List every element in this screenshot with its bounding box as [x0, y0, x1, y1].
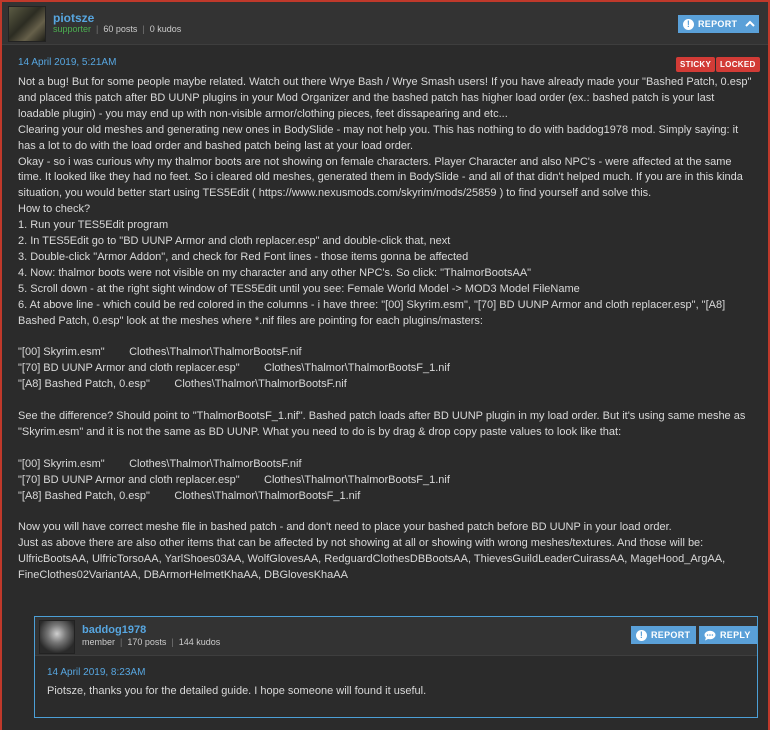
- post-line: 5. Scroll down - at the right sight wind…: [18, 282, 580, 295]
- post-line: [18, 393, 758, 409]
- post-line: and placed this patch after BD UUNP plug…: [18, 91, 715, 104]
- post-line: has a lot to do with the load order and …: [18, 139, 414, 152]
- post-line: Just as above there are also other items…: [18, 537, 704, 550]
- separator: |: [120, 637, 123, 647]
- username[interactable]: baddog1978: [82, 624, 146, 636]
- reply-post: baddog1978 member | 170 posts | 144 kudos ! …: [34, 616, 758, 718]
- post-line: 1. Run your TES5Edit program: [18, 219, 169, 232]
- exclamation-icon: !: [683, 18, 694, 30]
- post-line: "[00] Skyrim.esm" Clothes\Thalmor\Thalmo…: [18, 346, 302, 359]
- user-meta: member | 170 posts | 144 kudos: [82, 637, 220, 647]
- reply-button[interactable]: REPLY: [699, 626, 757, 644]
- post-line: Okay - so i was curious why my thalmor b…: [18, 155, 732, 168]
- post-line: loadable plugin) - you may end up with n…: [18, 107, 508, 120]
- post-line: 3. Double-click "Armor Addon", and check…: [18, 250, 469, 263]
- user-role: member: [82, 637, 116, 647]
- report-button[interactable]: ! REPORT: [631, 626, 697, 644]
- username[interactable]: piotsze: [53, 11, 94, 25]
- post-line: 2. In TES5Edit go to "BD UUNP Armor and …: [18, 235, 451, 248]
- exclamation-icon: !: [636, 629, 647, 641]
- collapse-button[interactable]: [741, 15, 759, 33]
- post-line: "[A8] Bashed Patch, 0.esp" Clothes\Thalm…: [18, 489, 361, 502]
- user-role: supporter: [53, 24, 92, 34]
- kudos-count: 0 kudos: [149, 24, 182, 34]
- post-line: Now you will have correct meshe file in …: [18, 521, 672, 534]
- user-meta: supporter | 60 posts | 0 kudos: [53, 24, 181, 34]
- post-line: 4. Now: thalmor boots were not visible o…: [18, 266, 532, 279]
- post-line: UlfricBootsAA, UlfricTorsoAA, YarlShoes0…: [18, 553, 726, 566]
- post-line: See the difference? Should point to "Tha…: [18, 410, 746, 423]
- post-line: [18, 330, 758, 346]
- report-button[interactable]: ! REPORT: [678, 15, 744, 33]
- post-line: Clearing your old meshes and generating …: [18, 123, 739, 136]
- kudos-count: 144 kudos: [178, 637, 221, 647]
- post-line: [18, 441, 758, 457]
- post-body: Not a bug! But for some people maybe rel…: [18, 75, 758, 584]
- reply-body: Piotsze, thanks you for the detailed gui…: [47, 685, 427, 697]
- post-line: "[00] Skyrim.esm" Clothes\Thalmor\Thalmo…: [18, 457, 302, 470]
- post-line: time. It looked like they had no feet. S…: [18, 171, 743, 184]
- reply-label: REPLY: [720, 630, 751, 640]
- reply-date: 14 April 2019, 8:23AM: [47, 667, 146, 678]
- speech-bubble-icon: [704, 630, 716, 640]
- post-line: "[70] BD UUNP Armor and cloth replacer.e…: [18, 473, 450, 486]
- post-line: [18, 504, 758, 520]
- post-line: Not a bug! But for some people maybe rel…: [18, 76, 752, 88]
- report-label: REPORT: [698, 19, 738, 29]
- post-line: 6. At above line - which could be red co…: [18, 298, 726, 311]
- chevron-up-icon: [745, 20, 755, 27]
- post-count: 170 posts: [127, 637, 167, 647]
- avatar[interactable]: [8, 6, 46, 42]
- separator: |: [171, 637, 174, 647]
- separator: |: [142, 24, 145, 34]
- reply-header: baddog1978 member | 170 posts | 144 kudos ! …: [35, 617, 757, 656]
- post-line: "Skyrim.esm" and it is not the same as B…: [18, 425, 622, 438]
- post-header: piotsze supporter | 60 posts | 0 kudos ! REP…: [2, 2, 768, 45]
- post-date: 14 April 2019, 5:21AM: [18, 57, 117, 68]
- post-line: How to check?: [18, 203, 91, 216]
- post-count: 60 posts: [103, 24, 138, 34]
- post-line: situation, you would better start using …: [18, 187, 652, 200]
- post-line: Bashed Patch, 0.esp" look at the meshes …: [18, 314, 483, 327]
- locked-badge: LOCKED: [716, 57, 760, 72]
- post-line: "[A8] Bashed Patch, 0.esp" Clothes\Thalm…: [18, 378, 347, 391]
- separator: |: [96, 24, 99, 34]
- forum-post: piotsze supporter | 60 posts | 0 kudos ! REP…: [0, 0, 770, 730]
- report-label: REPORT: [651, 630, 691, 640]
- post-line: "[70] BD UUNP Armor and cloth replacer.e…: [18, 362, 450, 375]
- sticky-badge: STICKY: [676, 57, 716, 72]
- post-line: FineClothes02VariantAA, DBArmorHelmetKha…: [18, 569, 348, 582]
- avatar[interactable]: [39, 620, 75, 654]
